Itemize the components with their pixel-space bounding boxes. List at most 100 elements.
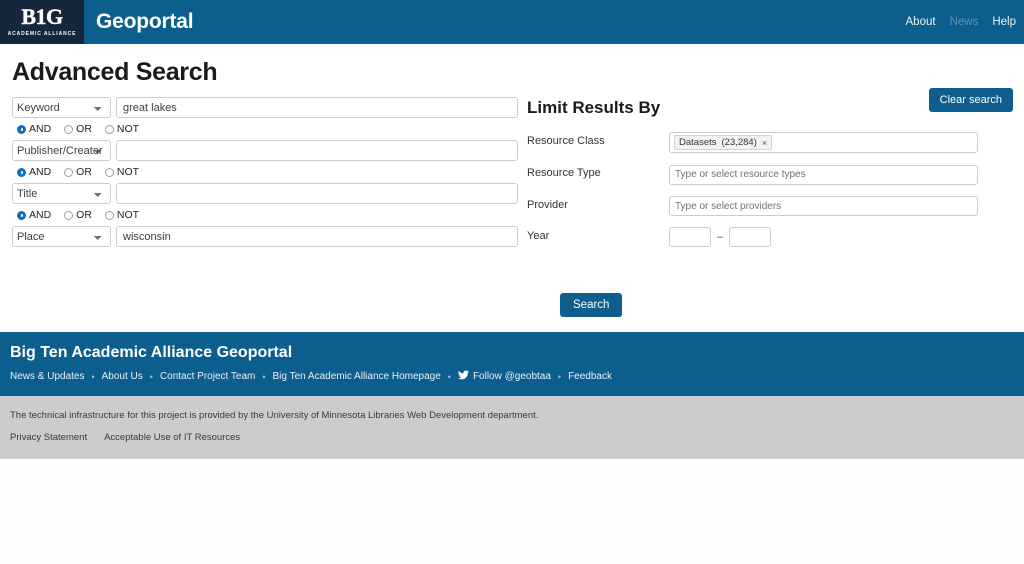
token-count: (23,284) [721,137,757,148]
radio-marker-and-3 [17,210,26,220]
footer-links: News & Updates • About Us • Contact Proj… [10,370,1014,383]
radio-label-or-3: OR [76,209,92,221]
radio-marker-or-1 [64,124,74,134]
radio-or-1[interactable]: OR [64,123,92,135]
close-icon[interactable]: × [762,138,767,148]
search-row-title: Title [12,183,518,204]
radio-or-3[interactable]: OR [64,209,92,221]
footer-link-btaa-homepage[interactable]: Big Ten Academic Alliance Homepage [273,371,441,382]
footer-link-contact-project-team[interactable]: Contact Project Team [160,371,255,382]
bullet-separator: • [447,371,451,382]
search-row-place: Place [12,226,518,247]
header-nav: About News Help [906,0,1016,44]
radio-marker-or-2 [64,167,74,177]
radio-label-and-3: AND [29,209,52,221]
radio-label-or-1: OR [76,123,92,135]
radio-marker-and-2 [17,167,26,177]
radio-label-or-2: OR [76,166,92,178]
field-select-keyword[interactable]: Keyword [12,97,111,118]
label-provider: Provider [527,198,568,211]
bullet-separator: • [557,371,562,382]
radio-label-not-2: NOT [116,166,140,178]
limit-row-provider: Provider [527,196,978,216]
footer-notice-text: The technical infrastructure for this pr… [10,410,539,421]
radio-label-and-2: AND [29,166,52,178]
field-select-publisher[interactable]: Publisher/Creator [12,140,111,161]
search-input-keyword[interactable] [116,97,518,118]
site-footer: Big Ten Academic Alliance Geoportal News… [0,332,1024,396]
search-input-place[interactable] [116,226,518,247]
footer-legal-links: Privacy Statement · Acceptable Use of IT… [10,432,1014,443]
footer-link-twitter[interactable]: Follow @geobtaa [457,370,551,383]
provider-input[interactable] [669,196,978,216]
resource-class-token-input[interactable]: Datasets (23,284) × [669,132,978,153]
year-to-input[interactable] [729,227,772,247]
site-brand-title[interactable]: Geoportal [84,0,194,44]
footer-title: Big Ten Academic Alliance Geoportal [10,344,293,361]
radio-marker-not-3 [104,210,114,220]
radio-not-2[interactable]: NOT [104,166,140,178]
limit-row-resource-class: Resource Class Datasets (23,284) × [527,132,978,153]
footer-link-news-updates[interactable]: News & Updates [10,371,84,382]
limit-results-panel: Limit Results By Resource Class Datasets… [518,97,978,317]
search-button-container: Search [527,293,978,317]
radio-label-not-3: NOT [116,209,140,221]
footer-link-about-us[interactable]: About Us [102,371,143,382]
main-content: Advanced Search Clear search Keyword AND [0,44,1024,332]
radio-and-1[interactable]: AND [17,123,51,135]
year-range-separator: – [717,231,724,243]
search-columns: Keyword AND OR NOT [12,97,1012,317]
logo-mark-text: B1G [21,4,63,29]
limit-results-title: Limit Results By [527,98,661,117]
field-select-title[interactable]: Title [12,183,111,204]
page-root: B1G ACADEMIC ALLIANCE Geoportal About Ne… [0,0,1024,560]
nav-link-news[interactable]: News [950,16,979,28]
bullet-separator: • [149,371,153,382]
label-resource-type: Resource Type [527,167,601,179]
radio-not-1[interactable]: NOT [104,123,140,135]
twitter-icon [457,370,469,383]
radio-marker-and-1 [17,124,26,134]
radio-marker-not-1 [104,124,114,134]
logo-subtitle-text: ACADEMIC ALLIANCE [7,31,77,37]
search-row-publisher: Publisher/Creator [12,140,518,161]
search-input-title[interactable] [116,183,518,204]
radio-marker-or-3 [64,210,74,220]
radio-label-and-1: AND [29,123,52,135]
label-year: Year [527,230,550,242]
radio-and-3[interactable]: AND [17,209,51,221]
field-select-place[interactable]: Place [12,226,111,247]
page-title: Advanced Search [12,58,218,86]
search-input-publisher[interactable] [116,140,518,161]
footer-twitter-label[interactable]: Follow @geobtaa [473,371,551,382]
dot-separator: · [94,432,98,443]
token-label: Datasets [679,137,717,148]
nav-link-about[interactable]: About [906,16,936,28]
radio-label-not-1: NOT [116,123,140,135]
radio-marker-not-2 [104,167,114,177]
clear-search-button[interactable]: Clear search [928,88,1013,112]
footer-link-acceptable-use[interactable]: Acceptable Use of IT Resources [104,432,240,443]
big-ten-logo[interactable]: B1G ACADEMIC ALLIANCE [0,0,84,44]
label-resource-class: Resource Class [527,135,605,147]
advanced-search-form: Keyword AND OR NOT [12,97,518,317]
footer-link-privacy-statement[interactable]: Privacy Statement [10,432,87,443]
boolean-row-1: AND OR NOT [12,118,518,140]
bullet-separator: • [91,371,95,382]
search-row-keyword: Keyword [12,97,518,118]
limit-row-resource-type: Resource Type [527,164,978,185]
bullet-separator: • [262,371,266,382]
radio-and-2[interactable]: AND [17,166,51,178]
nav-link-help[interactable]: Help [992,16,1016,28]
year-from-input[interactable] [669,227,711,247]
resource-type-input[interactable] [669,164,978,185]
token-datasets[interactable]: Datasets (23,284) × [674,135,773,150]
search-button[interactable]: Search [560,293,623,317]
footer-link-feedback[interactable]: Feedback [568,371,612,382]
boolean-row-3: AND OR NOT [12,204,518,226]
radio-or-2[interactable]: OR [64,166,92,178]
footer-legal-band: The technical infrastructure for this pr… [0,396,1024,459]
radio-not-3[interactable]: NOT [104,209,140,221]
site-header: B1G ACADEMIC ALLIANCE Geoportal About Ne… [0,0,1024,44]
page-background-below-footer [0,459,1024,560]
